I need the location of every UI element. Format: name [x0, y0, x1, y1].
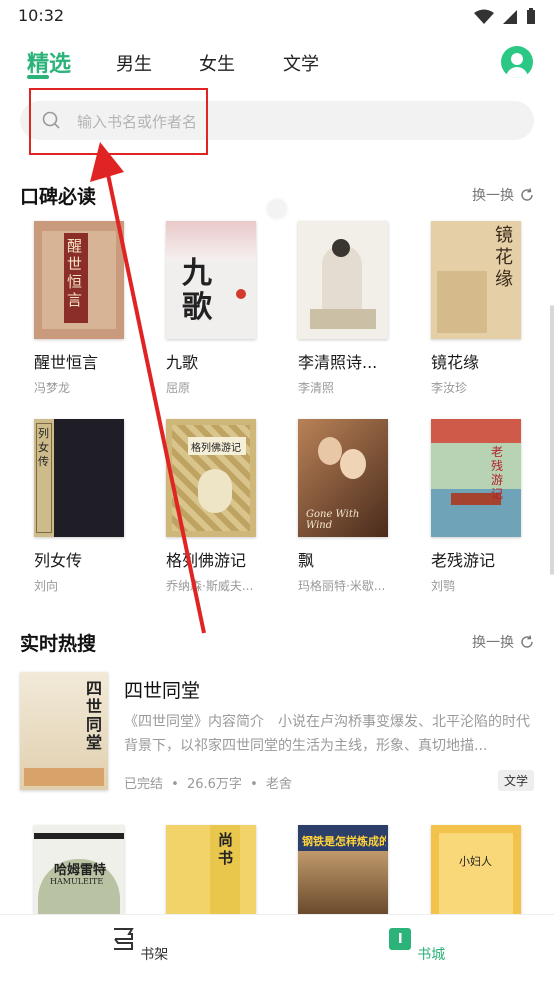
user-avatar[interactable] — [501, 46, 533, 78]
tab-active-indicator — [27, 75, 49, 79]
bookstore-icon — [388, 928, 411, 950]
book-author: 冯梦龙 — [34, 381, 71, 395]
avatar-body — [506, 67, 528, 78]
bottom-nav: 书架 书城 — [0, 914, 554, 984]
book-title: 醒世恒言 — [34, 353, 99, 372]
tab-literature[interactable]: 文学 — [283, 50, 319, 76]
book-card[interactable]: 小妇人 — [431, 825, 541, 914]
signal-icon — [503, 9, 517, 24]
battery-icon — [527, 8, 535, 24]
cover-title: 九歌 — [182, 256, 212, 325]
book-title: 老残游记 — [431, 551, 496, 570]
book-cover: 四世同堂 — [20, 672, 108, 790]
cover-title: 醒世恒言 — [67, 237, 83, 309]
book-author: 刘鹗 — [431, 579, 456, 593]
hot-book-meta: 已完结 • 26.6万字 • 老舍 — [124, 777, 292, 792]
book-card[interactable]: 尚书 — [166, 825, 276, 914]
book-status: 已完结 — [124, 777, 164, 792]
book-card[interactable]: 哈姆雷特 HAMULEITE — [34, 825, 144, 914]
nav-label: 书架 — [140, 947, 169, 963]
refresh-button-recommend[interactable]: 换一换 — [472, 185, 534, 205]
status-bar: 10:32 — [0, 0, 554, 32]
book-cover: 尚书 — [166, 825, 256, 914]
cover-title: Gone With Wind — [306, 509, 360, 531]
refresh-label: 换一换 — [472, 188, 514, 204]
book-cover: 钢铁是怎样炼成的 — [298, 825, 388, 914]
section-title-hot: 实时热搜 — [20, 633, 97, 655]
book-cover: 镜花缘 — [431, 221, 521, 339]
book-cover — [298, 221, 388, 339]
book-card[interactable]: 格列佛游记 格列佛游记 乔纳森·斯威夫... — [166, 419, 276, 594]
cover-title: 格列佛游记 — [191, 443, 241, 454]
cover-title: 哈姆雷特 — [54, 863, 107, 878]
cover-title: 钢铁是怎样炼成的 — [302, 835, 386, 848]
book-title: 格列佛游记 — [166, 551, 247, 570]
book-cover: 哈姆雷特 HAMULEITE — [34, 825, 124, 914]
status-time: 10:32 — [18, 6, 65, 25]
book-card[interactable]: 列女传 列女传 刘向 — [34, 419, 144, 594]
book-cover: 九歌 — [166, 221, 256, 339]
bookshelf-icon — [113, 928, 134, 950]
nav-bookshelf[interactable]: 书架 — [99, 927, 179, 964]
book-title: 李清照诗... — [298, 353, 378, 372]
refresh-icon — [521, 188, 533, 201]
tab-female[interactable]: 女生 — [199, 50, 235, 76]
book-author: 老舍 — [265, 777, 292, 792]
status-icons — [474, 8, 536, 25]
book-author: 玛格丽特·米歇... — [298, 579, 386, 593]
book-cover: Gone With Wind — [298, 419, 388, 537]
book-card[interactable]: 九歌 九歌 屈原 — [166, 221, 276, 396]
book-author: 李汝珍 — [431, 381, 468, 395]
cover-title: 四世同堂 — [86, 679, 103, 752]
cover-title: 尚书 — [218, 831, 234, 867]
hot-book-title: 四世同堂 — [124, 680, 201, 702]
refresh-button-hot[interactable]: 换一换 — [472, 632, 534, 652]
refresh-icon — [521, 635, 533, 648]
book-cover: 格列佛游记 — [166, 419, 256, 537]
book-author: 李清照 — [298, 381, 335, 395]
book-card[interactable]: 醒世恒言 醒世恒言 冯梦龙 — [34, 221, 144, 396]
book-card[interactable]: 镜花缘 镜花缘 李汝珍 — [431, 221, 541, 396]
book-author: 刘向 — [34, 579, 59, 593]
book-title: 列女传 — [34, 551, 83, 570]
scrollbar[interactable] — [550, 305, 554, 575]
scroll-dot — [268, 200, 286, 218]
wifi-icon — [474, 9, 494, 24]
book-cover: 老残游记 — [431, 419, 521, 537]
book-card[interactable]: Gone With Wind 飘 玛格丽特·米歇... — [298, 419, 408, 594]
category-tag: 文学 — [497, 770, 534, 791]
cover-title: 镜花缘 — [495, 225, 513, 290]
nav-bookstore[interactable]: 书城 — [376, 927, 456, 964]
book-cover: 列女传 — [34, 419, 124, 537]
cover-title: 老残游记 — [491, 445, 504, 501]
book-word-count: 26.6万字 — [186, 777, 242, 792]
nav-label: 书城 — [417, 947, 446, 963]
tab-featured[interactable]: 精选 — [27, 46, 71, 78]
annotation-highlight-box — [29, 88, 208, 155]
hot-book-description: 《四世同堂》内容简介 小说在卢沟桥事变爆发、北平沦陷的时代背景下，以祁家四世同堂… — [124, 714, 530, 754]
book-author: 乔纳森·斯威夫... — [166, 579, 254, 593]
book-cover: 小妇人 — [431, 825, 521, 914]
book-title: 九歌 — [166, 353, 199, 372]
book-card[interactable]: 钢铁是怎样炼成的 — [298, 825, 408, 914]
book-title: 飘 — [298, 551, 315, 570]
category-tabs: 精选 男生 女生 文学 — [0, 44, 554, 84]
book-title: 镜花缘 — [431, 353, 480, 372]
refresh-label: 换一换 — [472, 635, 514, 651]
section-title-recommend: 口碑必读 — [20, 186, 97, 208]
tab-male[interactable]: 男生 — [116, 50, 152, 76]
book-author: 屈原 — [166, 381, 191, 395]
cover-title: 小妇人 — [459, 855, 492, 868]
cover-title: 列女传 — [38, 427, 49, 468]
cover-subtitle: HAMULEITE — [50, 877, 104, 886]
hot-book-item[interactable]: 四世同堂 四世同堂 《四世同堂》内容简介 小说在卢沟桥事变爆发、北平沦陷的时代背… — [20, 672, 534, 792]
book-card[interactable]: 李清照诗... 李清照 — [298, 221, 408, 396]
avatar-head — [511, 53, 523, 65]
book-card[interactable]: 老残游记 老残游记 刘鹗 — [431, 419, 541, 594]
book-cover: 醒世恒言 — [34, 221, 124, 339]
